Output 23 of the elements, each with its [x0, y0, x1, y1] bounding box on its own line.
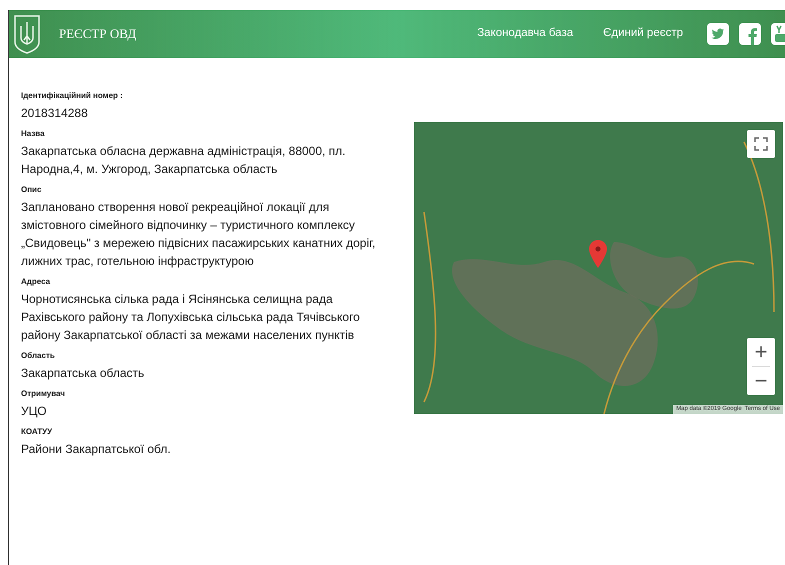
field-label: Опис — [21, 184, 42, 196]
field-label: Назва — [21, 128, 46, 140]
field-value: Заплановано створення нової рекреаційної локації для змістовного сімейного відпочинку – туристичного комплексу „Свидовець" з мережею підвісних пасажирських канатних доріг, лижних трас, готельною інфраструктурою — [21, 199, 376, 270]
field-label: Отримувач — [21, 388, 66, 400]
site-title[interactable]: РЕЄСТР ОВД — [59, 24, 136, 44]
field-value: УЦО — [21, 403, 48, 420]
facebook-icon[interactable] — [739, 23, 761, 45]
field-label: Адреса — [21, 276, 52, 288]
field-label: Ідентифікаційний номер : — [21, 90, 124, 102]
trident-emblem-icon — [13, 14, 41, 54]
field-value: Закарпатська обласна державна адміністрація, 88000, пл. Народна,4, м. Ужгород, Закарпатська область — [21, 143, 347, 178]
field-label: Область — [21, 350, 56, 362]
location-pin-icon[interactable] — [589, 240, 607, 268]
zoom-out-button[interactable]: − — [747, 367, 775, 395]
field-value: Чорнотисянська сілька рада і Ясінянська селищна рада Рахівського району та Лопухівська сільська рада Тячівського району Закарпатської області за межами населених пунктів — [21, 291, 361, 344]
field-value: 2018314288 — [21, 105, 89, 122]
field-value: Райони Закарпатської обл. — [21, 441, 172, 458]
field-value: Закарпатська область — [21, 365, 146, 382]
field-label: КОАТУУ — [21, 426, 54, 438]
fullscreen-button[interactable] — [747, 130, 775, 158]
twitter-icon[interactable] — [707, 23, 729, 45]
fullscreen-icon — [754, 137, 768, 151]
zoom-in-button[interactable]: + — [747, 338, 775, 366]
